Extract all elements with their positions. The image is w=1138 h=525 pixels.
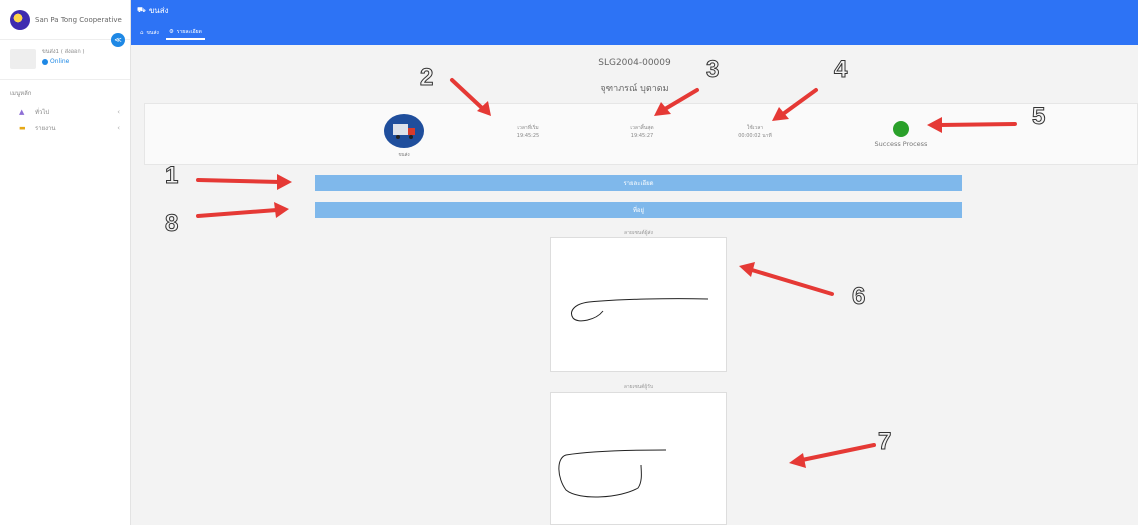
annotation-7: 7 xyxy=(877,428,892,456)
arrow-6 xyxy=(750,268,834,296)
arrow-2 xyxy=(450,78,484,110)
annotation-3: 3 xyxy=(705,56,720,84)
arrow-4 xyxy=(781,88,818,116)
annotation-arrows xyxy=(196,78,1017,468)
arrow-7 xyxy=(800,443,876,462)
annotation-1: 1 xyxy=(164,162,179,190)
arrow-5 xyxy=(938,122,1017,127)
arrow-3 xyxy=(663,88,699,111)
arrow-1 xyxy=(196,178,282,184)
annotation-8: 8 xyxy=(164,210,179,238)
annotation-4: 4 xyxy=(833,56,848,84)
arrow-8 xyxy=(196,208,279,218)
annotation-2: 2 xyxy=(419,64,434,92)
annotation-5: 5 xyxy=(1031,103,1046,131)
annotation-6: 6 xyxy=(851,283,866,311)
